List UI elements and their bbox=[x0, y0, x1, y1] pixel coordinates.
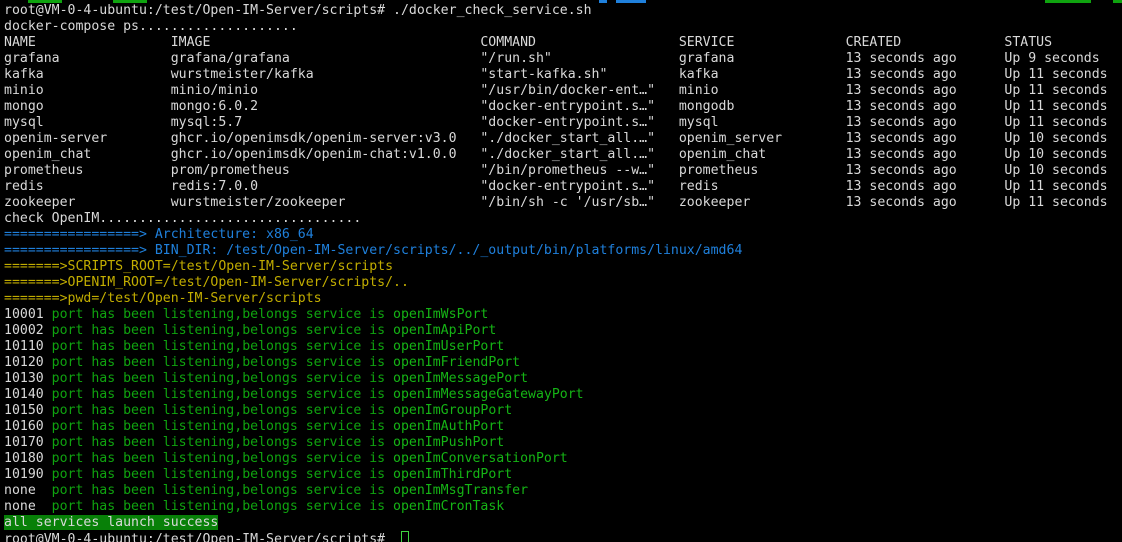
prompt-line: root@VM-0-4-ubuntu:/test/Open-IM-Server/… bbox=[4, 3, 1122, 19]
port-message: port has been listening,belongs service … bbox=[52, 419, 393, 434]
port-status-line: 10120 port has been listening,belongs se… bbox=[4, 355, 1122, 371]
service-name: openImConversationPort bbox=[393, 451, 568, 466]
service-name: openImMessageGatewayPort bbox=[393, 387, 584, 402]
architecture-line: =================> Architecture: x86_64 bbox=[4, 227, 1122, 243]
port-message: port has been listening,belongs service … bbox=[52, 371, 393, 386]
port-message: port has been listening,belongs service … bbox=[52, 323, 393, 338]
port-message: port has been listening,belongs service … bbox=[52, 483, 393, 498]
port-message: port has been listening,belongs service … bbox=[52, 467, 393, 482]
port-number: 10160 bbox=[4, 419, 52, 434]
compose-ps-line: docker-compose ps.................... bbox=[4, 19, 1122, 35]
port-number: 10110 bbox=[4, 339, 52, 354]
port-status-line: none port has been listening,belongs ser… bbox=[4, 499, 1122, 515]
check-openim-line: check OpenIM............................… bbox=[4, 211, 1122, 227]
port-status-line: 10002 port has been listening,belongs se… bbox=[4, 323, 1122, 339]
service-name: openImUserPort bbox=[393, 339, 504, 354]
port-status-line: 10170 port has been listening,belongs se… bbox=[4, 435, 1122, 451]
port-status-line: 10180 port has been listening,belongs se… bbox=[4, 451, 1122, 467]
port-status-line: 10140 port has been listening,belongs se… bbox=[4, 387, 1122, 403]
port-message: port has been listening,belongs service … bbox=[52, 339, 393, 354]
final-prompt-line: root@VM-0-4-ubuntu:/test/Open-IM-Server/… bbox=[4, 531, 1122, 542]
table-row: minio minio/minio "/usr/bin/docker-ent…"… bbox=[4, 83, 1122, 99]
table-header: NAME IMAGE COMMAND SERVICE CREATED STATU… bbox=[4, 35, 1122, 51]
port-number: 10190 bbox=[4, 467, 52, 482]
service-name: openImMessagePort bbox=[393, 371, 528, 386]
port-message: port has been listening,belongs service … bbox=[52, 451, 393, 466]
table-row: prometheus prom/prometheus "/bin/prometh… bbox=[4, 163, 1122, 179]
service-name: openImWsPort bbox=[393, 307, 488, 322]
port-message: port has been listening,belongs service … bbox=[52, 403, 393, 418]
port-number: none bbox=[4, 499, 52, 514]
service-name: openImMsgTransfer bbox=[393, 483, 528, 498]
port-number: 10180 bbox=[4, 451, 52, 466]
port-status-line: 10160 port has been listening,belongs se… bbox=[4, 419, 1122, 435]
port-number: 10001 bbox=[4, 307, 52, 322]
terminal-screen[interactable]: root@VM-0-4-ubuntu:/test/Open-IM-Server/… bbox=[0, 0, 1122, 542]
shell-prompt: root@VM-0-4-ubuntu:/test/Open-IM-Server/… bbox=[4, 532, 393, 542]
table-row: openim_chat ghcr.io/openimsdk/openim-cha… bbox=[4, 147, 1122, 163]
port-message: port has been listening,belongs service … bbox=[52, 307, 393, 322]
port-number: 10150 bbox=[4, 403, 52, 418]
bin-dir-line: =================> BIN_DIR: /test/Open-I… bbox=[4, 243, 1122, 259]
port-status-line: 10130 port has been listening,belongs se… bbox=[4, 371, 1122, 387]
terminal-output: root@VM-0-4-ubuntu:/test/Open-IM-Server/… bbox=[4, 3, 1122, 542]
terminal-cursor[interactable] bbox=[401, 531, 409, 542]
port-message: port has been listening,belongs service … bbox=[52, 435, 393, 450]
table-row: openim-server ghcr.io/openimsdk/openim-s… bbox=[4, 131, 1122, 147]
port-message: port has been listening,belongs service … bbox=[52, 355, 393, 370]
table-row: mongo mongo:6.0.2 "docker-entrypoint.s…"… bbox=[4, 99, 1122, 115]
service-name: openImApiPort bbox=[393, 323, 496, 338]
command-text: ./docker_check_service.sh bbox=[393, 3, 592, 18]
port-status-line: none port has been listening,belongs ser… bbox=[4, 483, 1122, 499]
port-status-list: 10001 port has been listening,belongs se… bbox=[4, 307, 1122, 515]
service-name: openImPushPort bbox=[393, 435, 504, 450]
port-number: 10170 bbox=[4, 435, 52, 450]
success-line: all services launch success bbox=[4, 515, 1122, 531]
port-status-line: 10190 port has been listening,belongs se… bbox=[4, 467, 1122, 483]
table-row: grafana grafana/grafana "/run.sh" grafan… bbox=[4, 51, 1122, 67]
table-row: kafka wurstmeister/kafka "start-kafka.sh… bbox=[4, 67, 1122, 83]
port-status-line: 10001 port has been listening,belongs se… bbox=[4, 307, 1122, 323]
success-message: all services launch success bbox=[4, 515, 218, 530]
service-name: openImGroupPort bbox=[393, 403, 512, 418]
port-number: none bbox=[4, 483, 52, 498]
port-status-line: 10150 port has been listening,belongs se… bbox=[4, 403, 1122, 419]
service-name: openImThirdPort bbox=[393, 467, 512, 482]
service-name: openImFriendPort bbox=[393, 355, 520, 370]
port-message: port has been listening,belongs service … bbox=[52, 387, 393, 402]
table-row: redis redis:7.0.0 "docker-entrypoint.s…"… bbox=[4, 179, 1122, 195]
service-name: openImAuthPort bbox=[393, 419, 504, 434]
table-row: zookeeper wurstmeister/zookeeper "/bin/s… bbox=[4, 195, 1122, 211]
scripts-root-line: =======>SCRIPTS_ROOT=/test/Open-IM-Serve… bbox=[4, 259, 1122, 275]
port-number: 10130 bbox=[4, 371, 52, 386]
shell-prompt: root@VM-0-4-ubuntu:/test/Open-IM-Server/… bbox=[4, 3, 393, 18]
table-row: mysql mysql:5.7 "docker-entrypoint.s…" m… bbox=[4, 115, 1122, 131]
pwd-line: =======>pwd=/test/Open-IM-Server/scripts bbox=[4, 291, 1122, 307]
service-name: openImCronTask bbox=[393, 499, 504, 514]
port-number: 10002 bbox=[4, 323, 52, 338]
openim-root-line: =======>OPENIM_ROOT=/test/Open-IM-Server… bbox=[4, 275, 1122, 291]
port-status-line: 10110 port has been listening,belongs se… bbox=[4, 339, 1122, 355]
port-number: 10140 bbox=[4, 387, 52, 402]
port-number: 10120 bbox=[4, 355, 52, 370]
port-message: port has been listening,belongs service … bbox=[52, 499, 393, 514]
compose-table: NAME IMAGE COMMAND SERVICE CREATED STATU… bbox=[4, 35, 1122, 211]
